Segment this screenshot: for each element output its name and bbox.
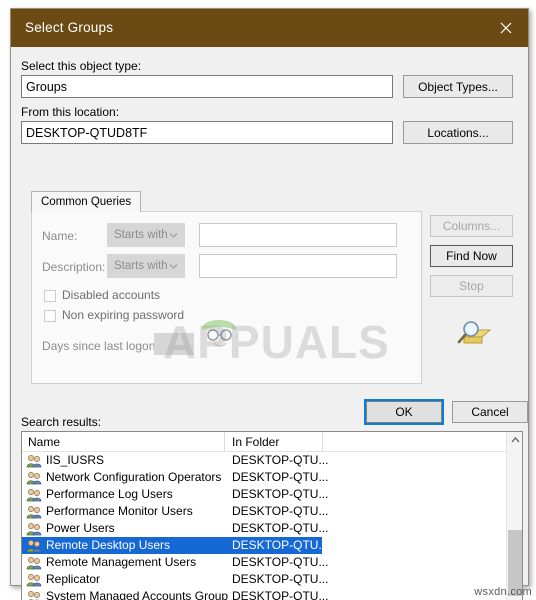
- column-divider[interactable]: [322, 432, 323, 451]
- screenshot-root: Select Groups Select this object type: G…: [0, 0, 536, 600]
- row-folder: DESKTOP-QTU...: [232, 504, 329, 518]
- row-name: Performance Log Users: [46, 487, 173, 501]
- row-name: Power Users: [46, 521, 115, 535]
- close-icon[interactable]: [484, 9, 528, 47]
- select-groups-dialog: Select Groups Select this object type: G…: [10, 8, 529, 600]
- table-row[interactable]: System Managed Accounts Group DESKTOP-QTU…: [22, 588, 522, 600]
- row-name: Remote Management Users: [46, 555, 197, 569]
- row-folder: DESKTOP-QTU...: [232, 470, 329, 484]
- object-type-field[interactable]: Groups: [21, 75, 393, 98]
- chevron-up-icon[interactable]: [507, 432, 522, 448]
- table-row[interactable]: Power Users DESKTOP-QTU...: [22, 520, 522, 537]
- row-folder: DESKTOP-QTU...: [232, 521, 329, 535]
- query-tabstrip: Common Queries Name: Starts with Descrip…: [31, 191, 422, 384]
- table-row[interactable]: Performance Log Users DESKTOP-QTU...: [22, 486, 522, 503]
- window-title: Select Groups: [25, 20, 114, 35]
- name-operator-select[interactable]: Starts with: [107, 223, 185, 247]
- description-operator-value: Starts with: [114, 260, 168, 272]
- column-header-in-folder[interactable]: In Folder: [232, 435, 279, 449]
- description-query-input[interactable]: [199, 254, 397, 278]
- search-results-label: Search results:: [21, 415, 102, 429]
- row-folder: DESKTOP-QTU...: [232, 589, 329, 600]
- vertical-scrollbar[interactable]: [506, 432, 522, 600]
- chevron-down-icon: [169, 231, 178, 240]
- location-label: From this location:: [21, 105, 120, 119]
- stop-button[interactable]: Stop: [430, 275, 513, 297]
- common-queries-panel: Name: Starts with Description: Starts wi…: [31, 211, 422, 384]
- list-column-headers: Name In Folder: [22, 432, 522, 452]
- name-query-input[interactable]: [199, 223, 397, 247]
- name-label: Name:: [42, 229, 78, 243]
- row-name: Network Configuration Operators: [46, 470, 222, 484]
- columns-button[interactable]: Columns...: [430, 215, 513, 237]
- description-operator-select[interactable]: Starts with: [107, 254, 185, 278]
- list-rows: IIS_IUSRS DESKTOP-QTU... Network Configura…: [22, 452, 522, 600]
- row-folder: DESKTOP-QTU...: [232, 487, 329, 501]
- table-row[interactable]: Performance Monitor Users DESKTOP-QTU...: [22, 503, 522, 520]
- search-results-list[interactable]: Name In Folder IIS_IUSRS DESKTOP-QTU... Ne…: [21, 431, 523, 600]
- row-name: Remote Desktop Users: [46, 538, 171, 552]
- location-field[interactable]: DESKTOP-QTUD8TF: [21, 121, 393, 144]
- non-expiring-password-checkbox[interactable]: [44, 310, 56, 322]
- days-since-logon-label: Days since last logon:: [42, 339, 159, 353]
- row-name: IIS_IUSRS: [46, 453, 105, 467]
- title-bar: Select Groups: [11, 9, 528, 47]
- table-row[interactable]: Remote Desktop Users DESKTOP-QTU...: [22, 537, 328, 554]
- table-row[interactable]: Replicator DESKTOP-QTU...: [22, 571, 522, 588]
- description-label: Description:: [42, 260, 106, 274]
- tab-common-queries[interactable]: Common Queries: [31, 191, 142, 212]
- disabled-accounts-checkbox[interactable]: [44, 290, 56, 302]
- ok-button[interactable]: OK: [364, 399, 444, 425]
- locations-button[interactable]: Locations...: [403, 121, 513, 144]
- object-types-button[interactable]: Object Types...: [403, 75, 513, 98]
- table-row[interactable]: IIS_IUSRS DESKTOP-QTU...: [22, 452, 522, 469]
- cancel-button[interactable]: Cancel: [452, 401, 528, 423]
- row-folder: DESKTOP-QTU...: [232, 538, 329, 552]
- row-folder: DESKTOP-QTU...: [232, 453, 329, 467]
- find-now-button[interactable]: Find Now: [430, 245, 513, 267]
- non-expiring-password-label: Non expiring password: [62, 308, 185, 322]
- name-operator-value: Starts with: [114, 229, 168, 241]
- row-name: Replicator: [46, 572, 101, 586]
- row-folder: DESKTOP-QTU...: [232, 572, 329, 586]
- table-row[interactable]: Network Configuration Operators DESKTOP-Q…: [22, 469, 522, 486]
- row-name: System Managed Accounts Group: [46, 589, 229, 600]
- watermark-site: wsxdn.com: [474, 586, 532, 598]
- days-since-logon-select[interactable]: [154, 333, 194, 355]
- row-folder: DESKTOP-QTU...: [232, 555, 329, 569]
- dialog-body: Select this object type: Groups Object T…: [11, 47, 528, 600]
- chevron-down-icon: [169, 262, 178, 271]
- column-divider[interactable]: [224, 432, 225, 451]
- column-header-name[interactable]: Name: [28, 435, 60, 449]
- search-folder-icon: [456, 317, 496, 351]
- disabled-accounts-label: Disabled accounts: [62, 288, 161, 302]
- object-type-label: Select this object type:: [21, 59, 142, 73]
- row-name: Performance Monitor Users: [46, 504, 193, 518]
- table-row[interactable]: Remote Management Users DESKTOP-QTU...: [22, 554, 522, 571]
